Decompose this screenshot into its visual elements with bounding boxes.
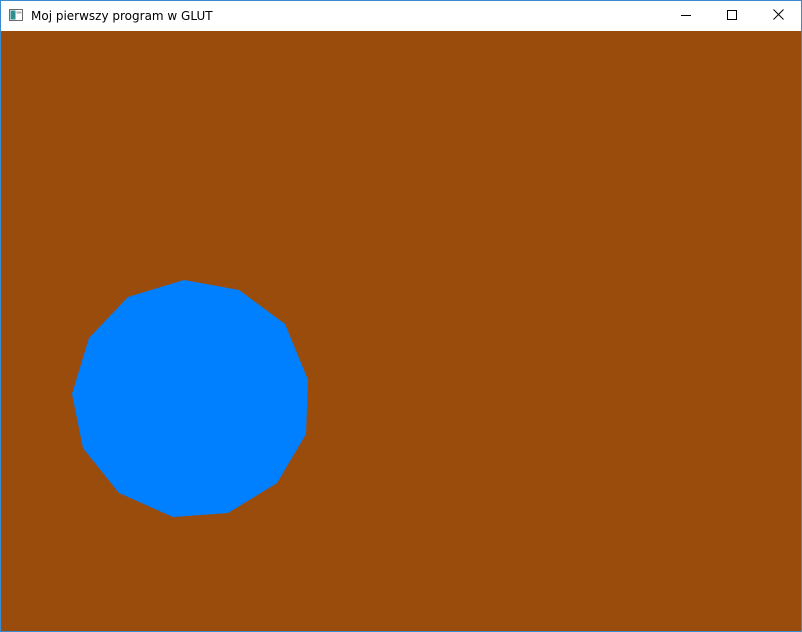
close-button[interactable] xyxy=(755,1,801,31)
glut-canvas[interactable] xyxy=(1,31,801,631)
minimize-button[interactable] xyxy=(663,1,709,31)
minimize-icon xyxy=(681,9,691,23)
app-window-icon[interactable] xyxy=(9,9,23,21)
title-bar[interactable]: Moj pierwszy program w GLUT xyxy=(1,1,801,31)
window-title: Moj pierwszy program w GLUT xyxy=(31,9,213,23)
close-icon xyxy=(772,9,784,23)
maximize-icon xyxy=(727,9,737,23)
glut-window: Moj pierwszy program w GLUT xyxy=(0,0,802,632)
maximize-button[interactable] xyxy=(709,1,755,31)
render-surface xyxy=(1,31,801,631)
